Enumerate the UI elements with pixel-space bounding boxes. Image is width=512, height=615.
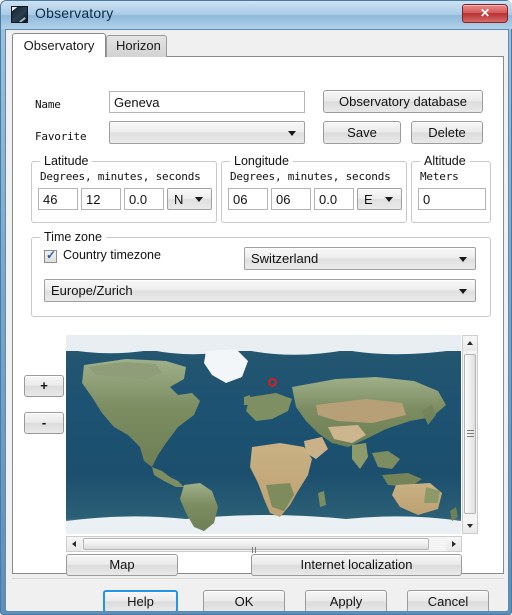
map-zoom-in-button[interactable]: + <box>24 375 64 397</box>
triangle-right-icon <box>452 541 456 547</box>
country-combobox[interactable]: Switzerland <box>244 247 476 270</box>
latitude-hemisphere-value: N <box>174 192 184 207</box>
altitude-hint: Meters <box>420 170 459 183</box>
name-input[interactable] <box>109 91 305 113</box>
horizontal-scroll-thumb[interactable] <box>83 538 429 567</box>
apply-button[interactable]: Apply <box>305 590 387 611</box>
scroll-up-button[interactable] <box>463 336 477 351</box>
altitude-group-title: Altitude <box>420 154 470 168</box>
scroll-left-button[interactable] <box>67 537 82 551</box>
latitude-degrees-input[interactable] <box>38 188 78 210</box>
world-map[interactable] <box>66 335 461 534</box>
scroll-down-button[interactable] <box>463 518 477 533</box>
triangle-down-icon <box>467 524 473 528</box>
triangle-left-icon <box>72 541 76 547</box>
chevron-down-icon <box>385 197 393 202</box>
timezone-combobox[interactable]: Europe/Zurich <box>44 279 476 302</box>
grip-icon <box>467 430 474 438</box>
latitude-minutes-input[interactable] <box>81 188 121 210</box>
longitude-hemisphere-value: E <box>364 192 373 207</box>
altitude-input[interactable] <box>418 188 486 210</box>
chevron-down-icon <box>195 197 203 202</box>
country-value: Switzerland <box>251 251 319 266</box>
tab-strip: Observatory Horizon <box>12 33 504 57</box>
chevron-down-icon <box>459 256 467 262</box>
map-vertical-scrollbar[interactable] <box>462 335 478 534</box>
longitude-minutes-input[interactable] <box>271 188 311 210</box>
name-label: Name <box>35 98 61 111</box>
longitude-hemisphere-combobox[interactable]: E <box>357 188 402 210</box>
altitude-group: Altitude Meters <box>411 154 491 223</box>
observatory-icon <box>11 6 28 23</box>
timezone-group: Time zone ✓ Country timezone Switzerland… <box>31 230 491 317</box>
scroll-right-button[interactable] <box>446 537 461 551</box>
delete-button[interactable]: Delete <box>411 121 483 144</box>
triangle-up-icon <box>467 341 473 345</box>
latitude-seconds-input[interactable] <box>124 188 164 210</box>
internet-localization-button[interactable]: Internet localization <box>251 554 462 576</box>
favorite-label: Favorite <box>35 130 87 143</box>
latitude-hint: Degrees, minutes, seconds <box>40 170 201 183</box>
chevron-down-icon <box>459 288 467 294</box>
save-button[interactable]: Save <box>323 121 401 144</box>
dialog-button-bar: Help OK Apply Cancel <box>12 578 504 611</box>
map-zoom-out-button[interactable]: - <box>24 412 64 434</box>
window-title: Observatory <box>35 5 114 21</box>
longitude-group: Longitude Degrees, minutes, seconds E <box>221 154 407 223</box>
country-timezone-checkbox[interactable]: ✓ <box>44 248 57 263</box>
latitude-group-title: Latitude <box>40 154 93 168</box>
tab-observatory[interactable]: Observatory <box>12 33 106 57</box>
dialog-body: Observatory Horizon Name Observatory dat… <box>5 29 509 612</box>
observatory-database-button[interactable]: Observatory database <box>323 90 483 113</box>
longitude-group-title: Longitude <box>230 154 293 168</box>
longitude-hint: Degrees, minutes, seconds <box>230 170 391 183</box>
vertical-scroll-thumb[interactable] <box>464 354 476 514</box>
help-button[interactable]: Help <box>103 590 178 611</box>
country-timezone-label: Country timezone <box>63 248 161 262</box>
favorite-combobox[interactable] <box>109 121 305 144</box>
close-icon[interactable]: ✕ <box>462 4 508 23</box>
chevron-down-icon <box>288 130 296 136</box>
longitude-degrees-input[interactable] <box>228 188 268 210</box>
cancel-button[interactable]: Cancel <box>407 590 489 611</box>
geneva-marker <box>268 378 277 387</box>
timezone-group-title: Time zone <box>40 230 106 244</box>
latitude-group: Latitude Degrees, minutes, seconds N <box>31 154 217 223</box>
latitude-hemisphere-combobox[interactable]: N <box>167 188 212 210</box>
grip-icon <box>252 542 260 567</box>
observatory-dialog-window: Observatory ✕ Observatory Horizon Name O… <box>0 0 512 615</box>
tab-horizon[interactable]: Horizon <box>106 35 167 57</box>
ok-button[interactable]: OK <box>203 590 285 611</box>
map-button[interactable]: Map <box>66 554 178 576</box>
timezone-value: Europe/Zurich <box>51 283 133 298</box>
check-icon: ✓ <box>46 248 57 262</box>
title-bar: Observatory ✕ <box>1 1 512 29</box>
map-horizontal-scrollbar[interactable] <box>66 536 462 567</box>
longitude-seconds-input[interactable] <box>314 188 354 210</box>
world-map-canvas <box>66 335 461 534</box>
